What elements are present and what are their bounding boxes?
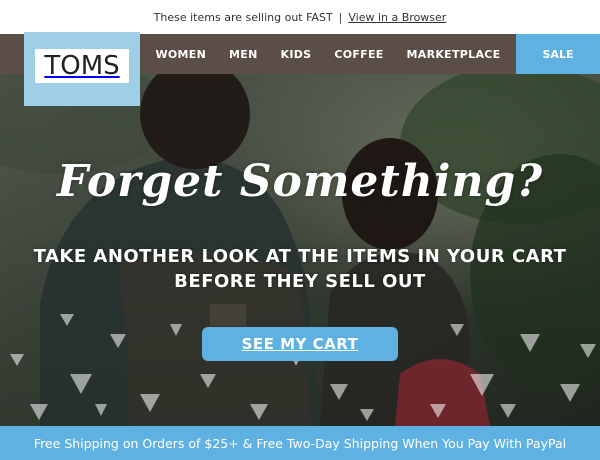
nav-item-sale[interactable]: SALE: [516, 34, 600, 74]
nav-item-women[interactable]: WOMEN: [155, 48, 206, 61]
hero-banner: Forget Something? TAKE ANOTHER LOOK AT T…: [0, 74, 600, 426]
preheader: These items are selling out FAST | View …: [0, 0, 600, 34]
nav-item-kids[interactable]: KIDS: [281, 48, 312, 61]
free-shipping-banner: Free Shipping on Orders of $25+ & Free T…: [0, 426, 600, 460]
nav-item-marketplace[interactable]: MARKETPLACE: [407, 48, 501, 61]
main-nav: TOMS WOMEN MEN KIDS COFFEE MARKETPLACE S…: [0, 32, 600, 106]
nav-links: WOMEN MEN KIDS COFFEE MARKETPLACE: [140, 34, 516, 74]
nav-item-coffee[interactable]: COFFEE: [334, 48, 383, 61]
hero-headline: Forget Something?: [56, 156, 543, 207]
free-shipping-text: Free Shipping on Orders of $25+ & Free T…: [33, 435, 567, 451]
hero-subhead-line1: TAKE ANOTHER LOOK AT THE ITEMS IN YOUR C…: [33, 246, 567, 267]
toms-logo[interactable]: TOMS: [24, 32, 140, 106]
view-in-browser-link[interactable]: View in a Browser: [348, 11, 446, 24]
preheader-separator: |: [338, 10, 343, 24]
hero-subhead-line2: BEFORE THEY SELL OUT: [174, 271, 426, 292]
nav-item-men[interactable]: MEN: [229, 48, 258, 61]
hero-content: Forget Something? TAKE ANOTHER LOOK AT T…: [0, 74, 600, 426]
hero-subhead: TAKE ANOTHER LOOK AT THE ITEMS IN YOUR C…: [0, 244, 600, 294]
see-my-cart-button[interactable]: SEE MY CART: [202, 327, 398, 361]
logo-text: TOMS: [35, 49, 129, 83]
preheader-text: These items are selling out FAST: [153, 10, 333, 24]
